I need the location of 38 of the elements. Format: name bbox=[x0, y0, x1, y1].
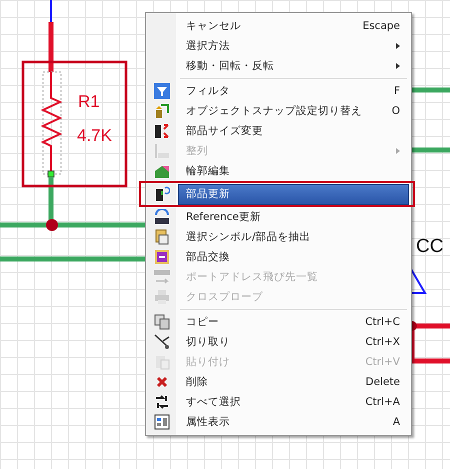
delete-icon bbox=[156, 376, 168, 388]
menu-item[interactable]: 部品更新 bbox=[178, 184, 409, 204]
copy-icon bbox=[154, 314, 170, 330]
menu-item[interactable]: 選択シンボル/部品を抽出 bbox=[178, 226, 409, 248]
net-label: CC bbox=[416, 236, 444, 258]
filter-icon bbox=[154, 83, 170, 99]
list-icon bbox=[153, 269, 171, 285]
menu-item[interactable]: 輪郭編集 bbox=[178, 160, 409, 182]
submenu-arrow-icon bbox=[396, 63, 400, 69]
select-all-icon bbox=[154, 394, 170, 410]
menu-item[interactable]: 部品交換 bbox=[178, 246, 409, 268]
menu-item[interactable]: 切り取り Ctrl+X bbox=[178, 332, 409, 352]
wire bbox=[410, 148, 450, 152]
submenu-arrow-icon bbox=[396, 148, 400, 154]
menu-item[interactable]: 移動・回転・反転 bbox=[178, 56, 409, 76]
part-value: 4.7K bbox=[77, 126, 112, 146]
junction-dot bbox=[46, 219, 58, 231]
menu-item[interactable]: 部品サイズ変更 bbox=[178, 120, 409, 142]
pin-marker bbox=[48, 170, 54, 178]
printer-icon bbox=[154, 289, 170, 305]
wire bbox=[410, 88, 450, 92]
menu-item[interactable]: キャンセル Escape bbox=[178, 16, 409, 36]
scissors-icon bbox=[154, 334, 170, 350]
menu-item[interactable]: Reference更新 bbox=[178, 206, 409, 228]
menu-item[interactable]: 選択方法 bbox=[178, 36, 409, 56]
wire bbox=[410, 324, 450, 364]
properties-icon bbox=[154, 414, 170, 430]
menu-item[interactable]: フィルタ F bbox=[178, 80, 409, 102]
menu-item[interactable]: 削除 Delete bbox=[178, 372, 409, 392]
shape-icon bbox=[154, 163, 170, 179]
menu-item[interactable]: 属性表示 A bbox=[178, 412, 409, 432]
chip-icon bbox=[154, 249, 170, 265]
paste-icon bbox=[154, 354, 170, 370]
part-name: R1 bbox=[78, 92, 100, 112]
submenu-arrow-icon bbox=[396, 43, 400, 49]
menu-item[interactable]: すべて選択 Ctrl+A bbox=[178, 392, 409, 412]
menu-item[interactable]: オブジェクトスナップ設定切り替え O bbox=[178, 100, 409, 122]
menu-item[interactable]: コピー Ctrl+C bbox=[178, 312, 409, 332]
